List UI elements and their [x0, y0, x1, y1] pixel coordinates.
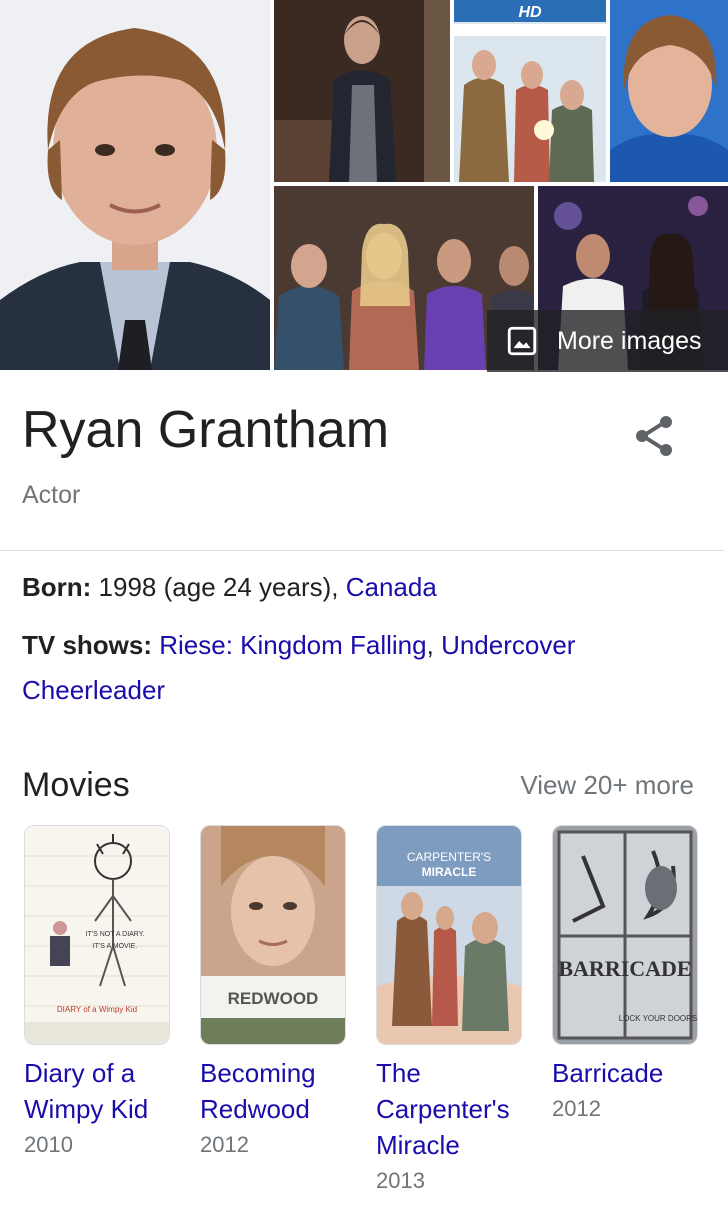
fact-label: Born:: [22, 572, 92, 602]
tv-show-link[interactable]: Riese: Kingdom Falling: [159, 630, 426, 660]
movie-card[interactable]: IT'S NOT A DIARY. IT'S A MOVIE. DIARY of…: [24, 825, 174, 1163]
entity-title: Ryan Grantham: [22, 401, 390, 459]
photo-tile[interactable]: [610, 0, 728, 182]
entity-subtitle: Actor: [22, 481, 81, 509]
poster-text: BARRICADE: [558, 956, 691, 981]
more-images-button[interactable]: More images: [487, 310, 728, 372]
movie-year: 2012: [552, 1096, 601, 1121]
movie-year: 2013: [376, 1168, 425, 1193]
movie-title[interactable]: The Carpenter's Miracle: [376, 1055, 526, 1163]
poster-text: CARPENTER'S: [407, 850, 491, 864]
movie-year: 2012: [200, 1132, 249, 1157]
view-more-link[interactable]: View 20+ more: [520, 768, 694, 802]
movie-title[interactable]: Barricade: [552, 1055, 702, 1091]
fact-tv-shows: TV shows: Riese: Kingdom Falling, Underc…: [22, 623, 682, 713]
share-icon[interactable]: [630, 412, 678, 460]
poster-text: REDWOOD: [228, 989, 319, 1008]
movie-poster[interactable]: CARPENTER'S MIRACLE: [376, 825, 522, 1045]
hd-badge: HD: [518, 4, 542, 21]
separator: ,: [426, 630, 442, 660]
fact-born: Born: 1998 (age 24 years), Canada: [22, 565, 682, 610]
movie-title[interactable]: Becoming Redwood: [200, 1055, 350, 1127]
poster-text: IT'S A MOVIE.: [93, 943, 138, 950]
movie-poster[interactable]: IT'S NOT A DIARY. IT'S A MOVIE. DIARY of…: [24, 825, 170, 1045]
movie-card[interactable]: REDWOOD Becoming Redwood 2012: [200, 825, 350, 1163]
movie-card[interactable]: CARPENTER'S MIRACLE The Carpenter's Mira…: [376, 825, 526, 1199]
portrait-image[interactable]: [0, 0, 270, 370]
photo-tile[interactable]: [274, 0, 450, 182]
movie-poster[interactable]: REDWOOD: [200, 825, 346, 1045]
born-place-link[interactable]: Canada: [346, 572, 437, 602]
movie-card[interactable]: BARRICADE LOCK YOUR DOORS Barricade 2012: [552, 825, 702, 1127]
poster-logo: DIARY of a Wimpy Kid: [57, 1005, 137, 1014]
image-icon: [507, 326, 537, 356]
poster-text: MIRACLE: [422, 865, 477, 879]
more-images-label: More images: [557, 326, 702, 355]
movie-poster[interactable]: BARRICADE LOCK YOUR DOORS: [552, 825, 698, 1045]
movies-heading: Movies: [22, 766, 130, 804]
movie-title[interactable]: Diary of a Wimpy Kid: [24, 1055, 174, 1127]
fact-label: TV shows:: [22, 630, 153, 660]
poster-text: LOCK YOUR DOORS: [619, 1014, 697, 1023]
movie-year: 2010: [24, 1132, 73, 1157]
fact-value: 1998 (age 24 years),: [91, 572, 346, 602]
movie-cover-tile[interactable]: HD: [454, 0, 606, 182]
divider: [0, 550, 724, 551]
poster-text: IT'S NOT A DIARY.: [86, 931, 145, 938]
image-mosaic[interactable]: HD More images: [0, 0, 728, 372]
